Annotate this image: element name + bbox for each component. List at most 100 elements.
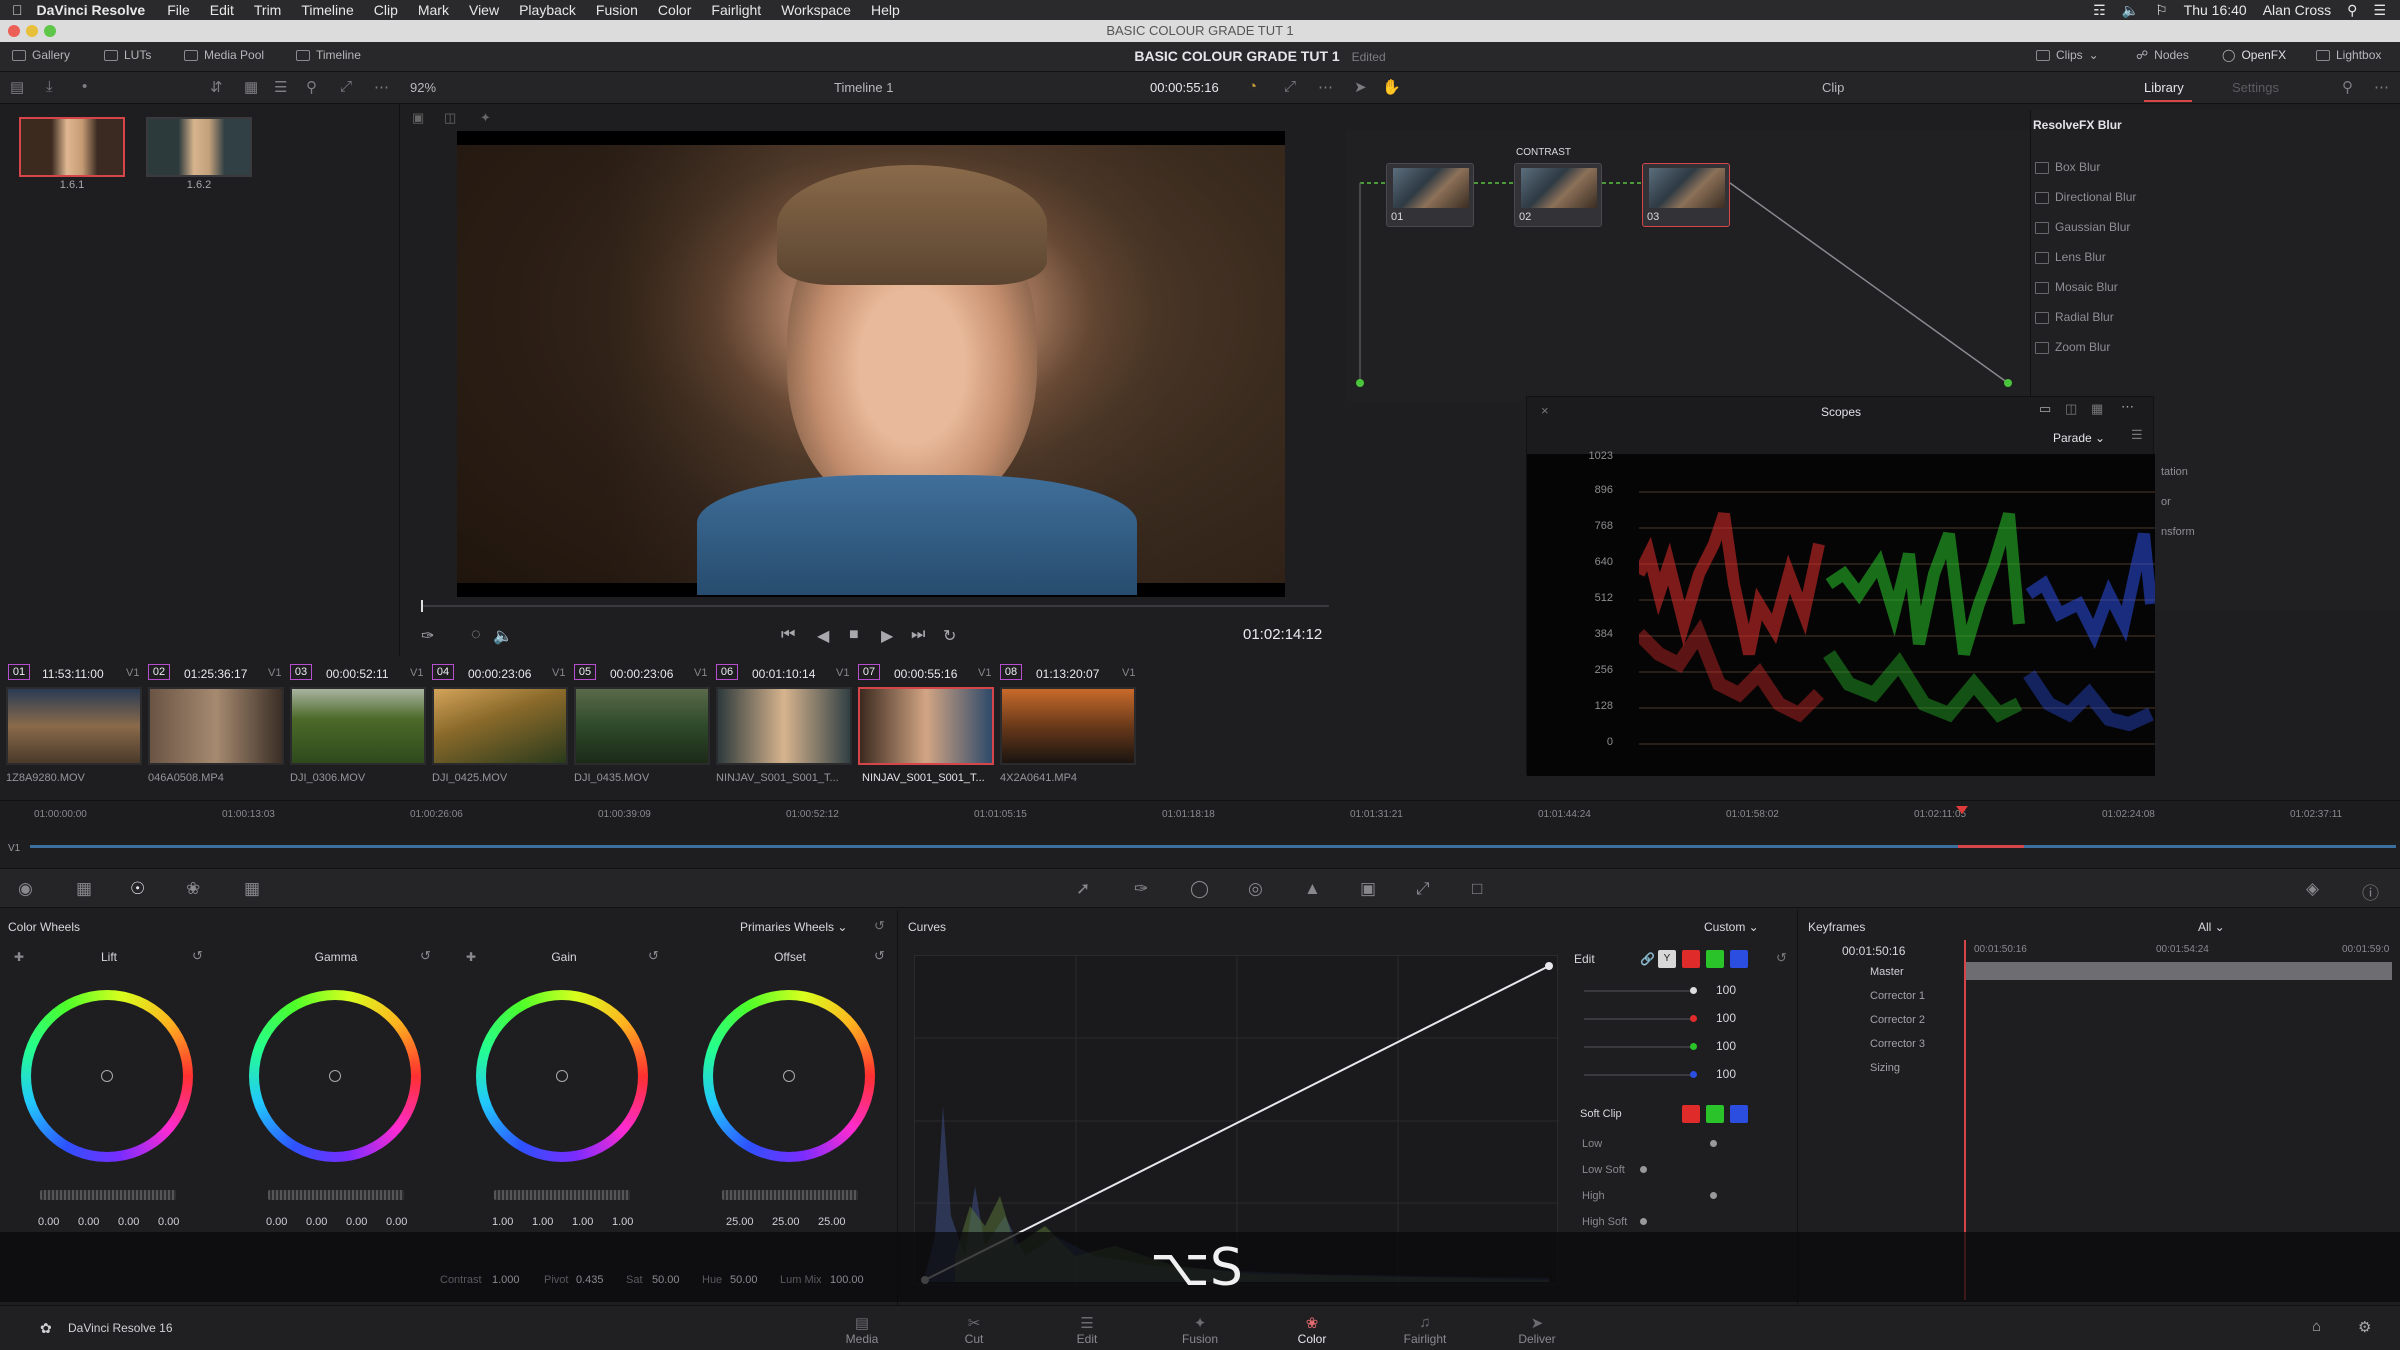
- quad-view-icon[interactable]: ▦: [2091, 401, 2103, 417]
- fx-directional-blur[interactable]: Directional Blur: [2034, 190, 2136, 204]
- keyframe-row[interactable]: Corrector 1: [1870, 990, 1925, 1002]
- pivot-value[interactable]: 0.435: [576, 1274, 604, 1286]
- lightbox-button[interactable]: Lightbox: [2316, 48, 2381, 62]
- curves-icon[interactable]: ➚: [1076, 879, 1090, 899]
- timeline-selector[interactable]: Timeline 1: [834, 80, 893, 95]
- lift-value[interactable]: 0.00: [158, 1216, 179, 1228]
- edit-reset-icon[interactable]: ↺: [1776, 950, 1787, 966]
- viewer-timecode[interactable]: 00:00:55:16: [1150, 80, 1219, 95]
- lift-wheel-handle[interactable]: [101, 1070, 113, 1082]
- single-view-icon[interactable]: ▭: [2039, 401, 2051, 417]
- clips-button[interactable]: Clips ⌄: [2036, 48, 2099, 62]
- keyframes-timecode[interactable]: 00:01:50:16: [1842, 944, 1905, 958]
- motion-effects-icon[interactable]: ▦: [244, 879, 260, 899]
- gamma-value[interactable]: 0.00: [346, 1216, 367, 1228]
- channel-r-button[interactable]: [1682, 950, 1700, 968]
- settings-gear-icon[interactable]: ⚙: [2358, 1318, 2371, 1336]
- zoom-level[interactable]: 92%: [410, 80, 436, 95]
- app-menu[interactable]: DaVinci Resolve: [37, 2, 146, 18]
- tracker-icon[interactable]: ◎: [1248, 879, 1263, 899]
- fx-gaussian-blur[interactable]: Gaussian Blur: [2034, 220, 2130, 234]
- lift-picker-icon[interactable]: ✚: [14, 950, 24, 964]
- camera-raw-icon[interactable]: ◉: [18, 879, 33, 899]
- offset-value[interactable]: 25.00: [726, 1216, 754, 1228]
- keyframe-row[interactable]: Sizing: [1870, 1062, 1900, 1074]
- channel-y-button[interactable]: Y: [1658, 950, 1676, 968]
- offset-wheel-handle[interactable]: [783, 1070, 795, 1082]
- hue-value[interactable]: 50.00: [730, 1274, 758, 1286]
- minimize-window-button[interactable]: [26, 25, 38, 37]
- volume-icon[interactable]: 🔈: [2122, 2, 2139, 19]
- r-slider-handle[interactable]: [1690, 1015, 1697, 1022]
- primaries-mode-selector[interactable]: Primaries Wheels ⌄: [740, 920, 847, 934]
- keyframes-filter[interactable]: All ⌄: [2198, 920, 2225, 934]
- key-icon[interactable]: ▣: [1360, 879, 1376, 899]
- fx-partial-item[interactable]: nsform: [2161, 526, 2195, 538]
- apple-icon[interactable]: : [12, 2, 23, 18]
- gain-master-slider[interactable]: [494, 1190, 630, 1200]
- window-icon[interactable]: ◯: [1190, 879, 1209, 899]
- menu-color[interactable]: Color: [658, 2, 691, 18]
- channel-b-button[interactable]: [1730, 950, 1748, 968]
- list-view-icon[interactable]: ☰: [274, 78, 287, 96]
- node-editor[interactable]: CONTRAST 01 02 03: [1346, 131, 2030, 401]
- dot-icon[interactable]: •: [82, 78, 87, 95]
- hand-tool-icon[interactable]: ✋: [1382, 78, 1401, 96]
- lift-value[interactable]: 0.00: [118, 1216, 139, 1228]
- b-slider-handle[interactable]: [1690, 1071, 1697, 1078]
- sat-value[interactable]: 50.00: [652, 1274, 680, 1286]
- openfx-button[interactable]: ◯ OpenFX: [2222, 48, 2286, 62]
- g-intensity-slider[interactable]: [1584, 1046, 1694, 1048]
- highlight-icon[interactable]: ◌: [471, 626, 481, 644]
- media-pool-button[interactable]: Media Pool: [184, 48, 264, 62]
- menu-edit[interactable]: Edit: [210, 2, 234, 18]
- contrast-value[interactable]: 1.000: [492, 1274, 520, 1286]
- track-bar[interactable]: [30, 845, 2396, 848]
- blur-icon[interactable]: ▲: [1304, 879, 1321, 899]
- gallery-button[interactable]: Gallery: [12, 48, 70, 62]
- search-icon[interactable]: ⚲: [306, 78, 317, 96]
- y-slider-handle[interactable]: [1690, 987, 1697, 994]
- master-keyframe-track[interactable]: [1964, 962, 2392, 980]
- fx-lens-blur[interactable]: Lens Blur: [2035, 250, 2106, 264]
- b-intensity-value[interactable]: 100: [1716, 1067, 1736, 1081]
- menubar-user[interactable]: Alan Cross: [2263, 2, 2331, 18]
- timeline-button[interactable]: Timeline: [296, 48, 361, 62]
- clip-thumbnail[interactable]: [290, 687, 426, 765]
- r-intensity-value[interactable]: 100: [1716, 1011, 1736, 1025]
- panel-toggle-icon[interactable]: ▤: [10, 78, 24, 96]
- scope-mode-selector[interactable]: Parade ⌄: [2053, 431, 2105, 445]
- gamma-value[interactable]: 0.00: [386, 1216, 407, 1228]
- fx-partial-item[interactable]: tation: [2161, 466, 2188, 478]
- color-picker-icon[interactable]: ◔: [1248, 78, 1257, 95]
- curves-mode-selector[interactable]: Custom ⌄: [1704, 920, 1759, 934]
- page-color[interactable]: ❀ Color: [1267, 1314, 1357, 1346]
- page-cut[interactable]: ✂ Cut: [929, 1314, 1019, 1346]
- offset-value[interactable]: 25.00: [818, 1216, 846, 1228]
- download-icon[interactable]: ⤓: [46, 78, 53, 95]
- fx-zoom-blur[interactable]: Zoom Blur: [2034, 340, 2110, 354]
- fx-partial-item[interactable]: or: [2161, 496, 2171, 508]
- gain-reset-icon[interactable]: ↺: [648, 948, 659, 964]
- clip-thumbnail[interactable]: [716, 687, 852, 765]
- page-fusion[interactable]: ✦ Fusion: [1155, 1314, 1245, 1346]
- gamma-master-slider[interactable]: [268, 1190, 404, 1200]
- soft-clip-high-handle[interactable]: [1710, 1192, 1717, 1199]
- qualifier-icon[interactable]: ✑: [1134, 879, 1148, 899]
- gallery-still[interactable]: [146, 117, 252, 177]
- keyframe-row[interactable]: Corrector 2: [1870, 1014, 1925, 1026]
- jump-start-button[interactable]: ⏮: [781, 626, 795, 644]
- timeline-playhead[interactable]: [1956, 806, 1968, 814]
- fullscreen-icon[interactable]: ⤢: [1284, 78, 1296, 95]
- dual-view-icon[interactable]: ◫: [2065, 401, 2077, 417]
- offset-reset-icon[interactable]: ↺: [874, 948, 885, 964]
- r-intensity-slider[interactable]: [1584, 1018, 1694, 1020]
- close-window-button[interactable]: [8, 25, 20, 37]
- menu-file[interactable]: File: [167, 2, 190, 18]
- page-edit[interactable]: ☰ Edit: [1042, 1314, 1132, 1346]
- gamma-wheel-handle[interactable]: [329, 1070, 341, 1082]
- viewer-scrub-bar[interactable]: [421, 605, 1329, 607]
- soft-clip-low-handle[interactable]: [1710, 1140, 1717, 1147]
- nodes-button[interactable]: ☍ Nodes: [2136, 48, 2189, 62]
- magic-wand-icon[interactable]: ✦: [480, 110, 491, 126]
